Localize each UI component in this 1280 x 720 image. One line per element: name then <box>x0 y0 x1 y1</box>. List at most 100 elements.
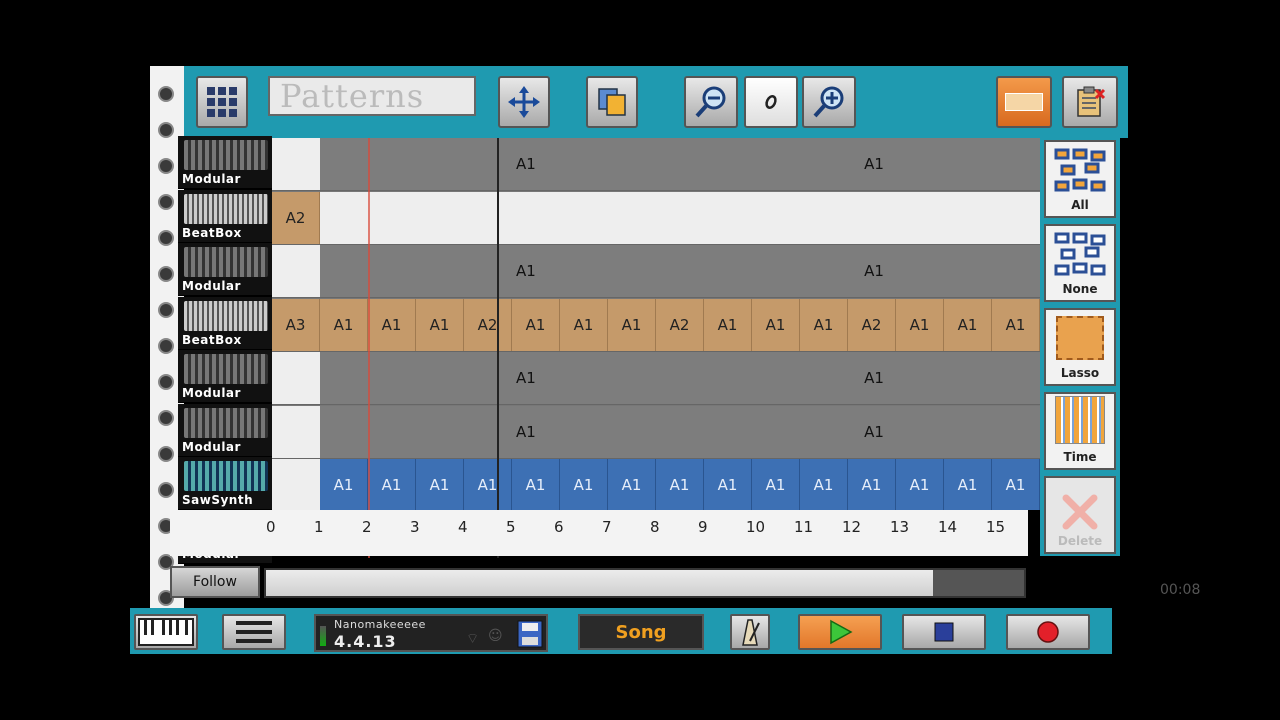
empty-block[interactable] <box>320 191 1040 244</box>
metronome-button[interactable] <box>730 614 770 650</box>
pattern-block[interactable]: A1 <box>896 459 944 510</box>
pattern-block[interactable]: A1 <box>704 459 752 510</box>
select-none-button[interactable]: None <box>1044 224 1116 302</box>
lasso-icon <box>1056 316 1104 360</box>
select-all-button[interactable]: All <box>1044 140 1116 218</box>
ruler-tick: 8 <box>650 518 660 536</box>
pattern-block[interactable]: A1 <box>800 459 848 510</box>
pattern-block[interactable]: A1 <box>416 298 464 351</box>
pattern-block[interactable]: A1 <box>704 352 1040 404</box>
track-header-beatbox[interactable]: BeatBox <box>178 189 272 243</box>
pattern-block[interactable]: A1 <box>704 298 752 351</box>
lasso-button[interactable]: Lasso <box>1044 308 1116 386</box>
track-header-modular[interactable]: Modular <box>178 136 272 189</box>
pattern-block[interactable]: A1 <box>512 352 704 404</box>
pattern-grid[interactable]: A1 A1 A2 A1 A1 A3 A1 A1 A1 A2 A1 A1 A1 A2 A1 A1 A1 A2 A1 A1… <box>272 138 1040 510</box>
record-button[interactable] <box>1006 614 1090 650</box>
zoom-in-button[interactable] <box>802 76 856 128</box>
track-lane[interactable]: A1 A1 <box>272 405 1040 459</box>
instrument-thumbnail <box>184 461 268 491</box>
zoom-out-button[interactable] <box>684 76 738 128</box>
empty-block[interactable] <box>272 405 320 458</box>
pattern-block[interactable]: A1 <box>464 459 512 510</box>
pattern-block[interactable]: A1 <box>368 459 416 510</box>
pattern-block[interactable]: A1 <box>752 459 800 510</box>
pattern-block[interactable]: A1 <box>992 459 1040 510</box>
empty-block[interactable] <box>320 352 512 404</box>
pattern-block[interactable]: A1 <box>416 459 464 510</box>
track-header-modular[interactable]: Modular <box>178 350 272 403</box>
empty-block[interactable] <box>320 245 512 297</box>
pattern-block[interactable]: A1 <box>512 245 704 297</box>
pattern-block[interactable]: A2 <box>464 298 512 351</box>
spiral-ring <box>158 482 174 498</box>
stop-button[interactable] <box>902 614 986 650</box>
main-menu-button[interactable] <box>222 614 286 650</box>
pattern-block[interactable]: A1 <box>512 405 704 458</box>
empty-block[interactable] <box>272 138 320 190</box>
grid-menu-button[interactable] <box>196 76 248 128</box>
pattern-block[interactable]: A1 <box>992 298 1040 351</box>
pattern-block[interactable]: A1 <box>512 138 704 190</box>
track-header-beatbox[interactable]: BeatBox <box>178 296 272 350</box>
delete-button[interactable]: Delete <box>1044 476 1116 554</box>
song-mode-button[interactable]: Song <box>578 614 704 650</box>
pattern-block[interactable]: A1 <box>704 245 1040 297</box>
pattern-block[interactable]: A1 <box>320 459 368 510</box>
song-scrollbar[interactable] <box>264 568 1026 598</box>
play-button[interactable] <box>798 614 882 650</box>
move-button[interactable] <box>498 76 550 128</box>
pattern-block[interactable]: A1 <box>560 459 608 510</box>
track-lane[interactable]: A1 A1 <box>272 138 1040 191</box>
pattern-block[interactable]: A1 <box>560 298 608 351</box>
pattern-block[interactable]: A1 <box>848 459 896 510</box>
empty-block[interactable] <box>272 245 320 297</box>
pattern-block[interactable]: A2 <box>272 191 320 244</box>
pattern-block[interactable]: A1 <box>512 459 560 510</box>
pattern-block[interactable]: A1 <box>704 138 1040 190</box>
follow-button[interactable]: Follow <box>170 566 260 598</box>
project-info[interactable]: Nanomakeeeee 4.4.13 ⌔ ☺ <box>314 614 548 652</box>
pattern-block[interactable]: A1 <box>608 298 656 351</box>
empty-block[interactable] <box>272 352 320 404</box>
track-lane[interactable]: A3 A1 A1 A1 A2 A1 A1 A1 A2 A1 A1 A1 A2 A1 A1 A1 <box>272 298 1040 352</box>
pattern-block[interactable]: A1 <box>752 298 800 351</box>
pattern-block[interactable]: A1 <box>320 298 368 351</box>
track-header-saw[interactable]: SawSynth <box>178 457 272 510</box>
scrollbar-thumb[interactable] <box>266 570 934 596</box>
track-lane[interactable]: A1 A1 <box>272 352 1040 405</box>
track-lane[interactable]: A1 A1 <box>272 245 1040 298</box>
pattern-block[interactable]: A1 <box>896 298 944 351</box>
pattern-block[interactable]: A1 <box>368 298 416 351</box>
pattern-block[interactable]: A1 <box>704 405 1040 458</box>
pattern-block[interactable]: A2 <box>848 298 896 351</box>
spiral-ring <box>158 86 174 102</box>
instrument-thumbnail <box>184 247 268 277</box>
zoom-reset-button[interactable] <box>744 76 798 128</box>
pattern-block[interactable]: A1 <box>944 298 992 351</box>
time-select-button[interactable]: Time <box>1044 392 1116 470</box>
paste-button[interactable] <box>1062 76 1118 128</box>
track-header-modular[interactable]: Modular <box>178 403 272 457</box>
pattern-block[interactable]: A1 <box>656 459 704 510</box>
track-lane[interactable]: A2 <box>272 191 1040 245</box>
copy-button[interactable] <box>586 76 638 128</box>
playhead[interactable] <box>368 138 370 558</box>
keyboard-button[interactable] <box>134 614 198 650</box>
stop-icon <box>934 622 954 642</box>
track-lane[interactable]: A1 A1 A1 A1 A1 A1 A1 A1 A1 A1 A1 A1 A1 A1 A1 <box>272 459 1040 510</box>
save-disk-icon[interactable] <box>516 619 544 649</box>
pattern-block[interactable]: A2 <box>656 298 704 351</box>
timeline-ruler[interactable]: 0 1 2 3 4 5 6 7 8 9 10 11 12 13 14 15 <box>170 510 1028 556</box>
pattern-block[interactable]: A1 <box>800 298 848 351</box>
empty-block[interactable] <box>320 405 512 458</box>
pattern-color-button[interactable] <box>996 76 1052 128</box>
track-header-modular[interactable]: Modular <box>178 243 272 296</box>
pattern-block[interactable]: A1 <box>608 459 656 510</box>
empty-block[interactable] <box>272 459 320 510</box>
pattern-block[interactable]: A3 <box>272 298 320 351</box>
pattern-block[interactable]: A1 <box>944 459 992 510</box>
pattern-block[interactable]: A1 <box>512 298 560 351</box>
empty-block[interactable] <box>320 138 512 190</box>
keyboard-icon <box>138 618 194 646</box>
